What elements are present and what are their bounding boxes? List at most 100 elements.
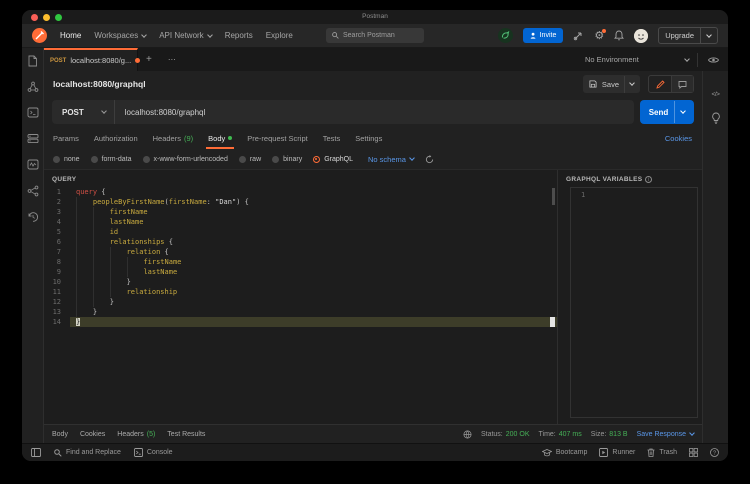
radio-graphql[interactable]: GraphQL <box>313 155 353 163</box>
tab-tests[interactable]: Tests <box>323 127 341 149</box>
search-icon <box>54 448 62 457</box>
response-tab-test-results[interactable]: Test Results <box>167 431 205 438</box>
code-line[interactable]: 9 lastName <box>44 267 557 277</box>
variables-editor[interactable]: 1 <box>570 187 698 418</box>
code-line[interactable]: 14} <box>44 317 557 327</box>
chevron-down-icon[interactable] <box>629 80 635 86</box>
nav-workspaces[interactable]: Workspaces <box>94 31 148 40</box>
launch-icon[interactable] <box>573 30 584 41</box>
code-line[interactable]: 1 query { <box>44 187 557 197</box>
content-row: localhost:8080/graphql Save POST localho… <box>44 71 728 443</box>
windows-icon[interactable] <box>689 448 698 457</box>
lightbulb-icon[interactable] <box>711 112 721 124</box>
text-cursor <box>550 317 555 327</box>
radio-form-data[interactable]: form-data <box>90 155 132 163</box>
radio-binary[interactable]: binary <box>272 155 302 163</box>
code-line[interactable]: 8 firstName <box>44 257 557 267</box>
main-area: POST localhost:8080/g... + ⋯ No Environm… <box>22 48 728 443</box>
tab-pre-request-script[interactable]: Pre-request Script <box>247 127 307 149</box>
chevron-down-icon[interactable] <box>680 108 687 114</box>
search-icon <box>332 32 339 39</box>
help-icon[interactable]: ? <box>710 448 719 457</box>
editor-scrollbar[interactable] <box>552 188 555 205</box>
code-line[interactable]: 3 firstName <box>44 207 557 217</box>
schema-selector[interactable]: No schema <box>368 155 415 164</box>
new-tab-button[interactable]: + <box>138 48 160 71</box>
radio-raw[interactable]: raw <box>238 155 261 163</box>
titlebar: Postman <box>22 10 728 24</box>
find-and-replace-button[interactable]: Find and Replace <box>54 448 121 457</box>
radio-none[interactable]: none <box>53 155 80 163</box>
tab-options-button[interactable]: ⋯ <box>160 48 185 71</box>
response-tab-cookies[interactable]: Cookies <box>80 431 105 438</box>
line-number: 9 <box>56 268 61 276</box>
code-line[interactable]: 11 relationship <box>44 287 557 297</box>
request-tabs: Params Authorization Headers (9) Body Pre… <box>44 127 702 149</box>
environments-icon[interactable] <box>27 106 39 119</box>
edit-pencil-icon[interactable] <box>649 76 671 92</box>
bootcamp-button[interactable]: Bootcamp <box>541 448 587 457</box>
cookies-link[interactable]: Cookies <box>665 134 692 143</box>
save-button[interactable]: Save <box>582 75 640 93</box>
environment-selector[interactable]: No Environment <box>577 48 697 71</box>
request-builder: localhost:8080/graphql Save POST localho… <box>44 71 702 443</box>
invite-button[interactable]: Invite <box>522 28 564 43</box>
refresh-schema-icon[interactable] <box>425 154 434 164</box>
code-line[interactable]: 7 relation { <box>44 247 557 257</box>
environment-quick-look-icon[interactable] <box>698 56 728 64</box>
code-line[interactable]: 2 peopleByFirstName(firstName: "Dan") { <box>44 197 557 207</box>
body-type-row: none form-data x-www-form-urlencoded raw… <box>44 149 702 169</box>
flows-icon[interactable] <box>27 184 39 197</box>
svg-text:?: ? <box>713 450 716 456</box>
nav-api-network[interactable]: API Network <box>159 31 213 40</box>
send-button[interactable]: Send <box>640 100 694 124</box>
tab-authorization[interactable]: Authorization <box>94 127 138 149</box>
bell-icon[interactable] <box>614 30 625 41</box>
trash-icon <box>647 448 655 457</box>
code-line[interactable]: 5 id <box>44 227 557 237</box>
url-row: POST localhost:8080/graphql Send <box>44 97 702 127</box>
tab-params[interactable]: Params <box>53 127 79 149</box>
tab-body[interactable]: Body <box>206 127 235 149</box>
avatar[interactable] <box>634 28 649 43</box>
postbot-icon[interactable] <box>497 28 513 43</box>
radio-x-www-form-urlencoded[interactable]: x-www-form-urlencoded <box>142 155 228 163</box>
apis-icon[interactable] <box>27 80 39 93</box>
sidebar-toggle-icon[interactable] <box>31 448 41 457</box>
comment-icon[interactable] <box>671 76 693 92</box>
network-globe-icon[interactable] <box>463 430 472 439</box>
tab-headers[interactable]: Headers (9) <box>153 127 194 149</box>
code-line[interactable]: 6 relationships { <box>44 237 557 247</box>
history-icon[interactable] <box>27 210 39 223</box>
nav-reports[interactable]: Reports <box>225 31 253 40</box>
query-code[interactable]: 1 query {2 peopleByFirstName(firstName: "… <box>44 187 557 327</box>
monitors-icon[interactable] <box>27 158 39 171</box>
response-tab-body[interactable]: Body <box>52 431 68 438</box>
info-icon[interactable]: i <box>645 176 653 183</box>
code-snippet-icon[interactable]: </> <box>712 91 720 98</box>
runner-button[interactable]: Runner <box>599 448 635 457</box>
console-button[interactable]: Console <box>133 448 173 457</box>
collections-icon[interactable] <box>27 54 38 67</box>
runner-icon <box>599 448 609 457</box>
chevron-down-icon <box>100 108 107 114</box>
code-line[interactable]: 4 lastName <box>44 217 557 227</box>
line-number: 8 <box>56 258 61 266</box>
response-tab-headers[interactable]: Headers (5) <box>117 431 155 438</box>
upgrade-button[interactable]: Upgrade <box>658 27 718 44</box>
request-tab[interactable]: POST localhost:8080/g... <box>44 48 141 71</box>
trash-button[interactable]: Trash <box>647 448 677 457</box>
url-input[interactable]: localhost:8080/graphql <box>115 108 206 117</box>
code-line[interactable]: 13 } <box>44 307 557 317</box>
mock-servers-icon[interactable] <box>27 132 39 145</box>
nav-home[interactable]: Home <box>60 31 81 40</box>
postman-logo-icon[interactable] <box>32 28 47 43</box>
search-input[interactable]: Search Postman <box>326 28 424 43</box>
save-response-button[interactable]: Save Response <box>637 430 695 438</box>
nav-explore[interactable]: Explore <box>266 31 293 40</box>
method-selector[interactable]: POST <box>52 108 114 117</box>
code-line[interactable]: 12 } <box>44 297 557 307</box>
tab-settings[interactable]: Settings <box>355 127 382 149</box>
code-line[interactable]: 10 } <box>44 277 557 287</box>
settings-gear-icon[interactable]: ⚙ <box>594 29 607 41</box>
